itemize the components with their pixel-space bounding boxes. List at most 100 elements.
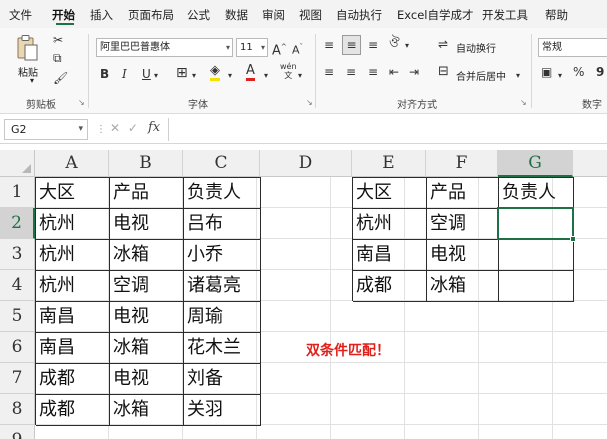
cell-b8[interactable]: 冰箱: [109, 394, 149, 425]
merge-center-button[interactable]: 合并后居中: [456, 68, 506, 83]
borders-icon[interactable]: ⊞: [176, 65, 188, 81]
cell-e1[interactable]: 大区: [352, 177, 392, 208]
increase-indent-icon[interactable]: ⇥: [409, 64, 419, 80]
chevron-down-icon[interactable]: ▾: [192, 68, 196, 84]
cell-area[interactable]: 大区 产品 负责人 杭州 电视 吕布 杭州 冰箱 小乔 杭州 空调 诸葛亮 南昌…: [35, 177, 607, 439]
confirm-icon[interactable]: ✓: [128, 121, 138, 135]
cell-c7[interactable]: 刘备: [183, 363, 223, 394]
cell-b4[interactable]: 空调: [109, 270, 149, 301]
format-painter-icon[interactable]: 🖌: [53, 70, 68, 86]
chevron-down-icon[interactable]: ▾: [405, 38, 409, 54]
row-header-9[interactable]: 9: [0, 425, 35, 439]
column-header-f[interactable]: F: [426, 150, 498, 177]
decrease-font-icon[interactable]: Aˇ: [292, 39, 303, 59]
cell-b6[interactable]: 冰箱: [109, 332, 149, 363]
chevron-down-icon[interactable]: ▾: [228, 68, 232, 84]
tab-automate[interactable]: 自动执行: [336, 7, 382, 23]
column-header-d[interactable]: D: [260, 150, 352, 177]
name-box[interactable]: G2 ▾: [4, 119, 88, 140]
row-header-4[interactable]: 4: [0, 270, 35, 301]
column-header-b[interactable]: B: [109, 150, 183, 177]
cell-a6[interactable]: 南昌: [35, 332, 75, 363]
cell-a1[interactable]: 大区: [35, 177, 75, 208]
cell-c8[interactable]: 关羽: [183, 394, 223, 425]
cell-a2[interactable]: 杭州: [35, 208, 75, 239]
cell-c6[interactable]: 花木兰: [183, 332, 241, 363]
cell-c2[interactable]: 吕布: [183, 208, 223, 239]
font-launcher-icon[interactable]: ↘: [306, 98, 313, 107]
cell-g4[interactable]: [498, 270, 502, 301]
chevron-down-icon[interactable]: ▾: [558, 68, 562, 84]
tab-data[interactable]: 数据: [225, 7, 248, 23]
tab-page-layout[interactable]: 页面布局: [128, 7, 174, 23]
increase-font-icon[interactable]: A^: [272, 39, 287, 59]
chevron-down-icon[interactable]: ▾: [516, 68, 520, 84]
insert-function-icon[interactable]: fx: [148, 120, 160, 135]
underline-icon[interactable]: U: [142, 66, 151, 82]
cell-b1[interactable]: 产品: [109, 177, 149, 208]
fill-handle[interactable]: [570, 236, 576, 242]
paste-button[interactable]: [14, 34, 40, 64]
row-header-5[interactable]: 5: [0, 301, 35, 332]
merge-center-icon[interactable]: ⊟: [438, 64, 449, 80]
decrease-indent-icon[interactable]: ⇤: [389, 64, 399, 80]
fill-color-icon[interactable]: ◈: [210, 64, 220, 81]
row-header-8[interactable]: 8: [0, 394, 35, 425]
tab-help[interactable]: 帮助: [545, 7, 568, 23]
column-header-g[interactable]: G: [498, 150, 573, 177]
active-cell-selection[interactable]: [497, 207, 574, 240]
column-header-h[interactable]: [573, 150, 607, 177]
bold-icon[interactable]: B: [100, 66, 109, 82]
chevron-down-icon[interactable]: ▾: [298, 68, 302, 84]
alignment-launcher-icon[interactable]: ↘: [520, 98, 527, 107]
percent-style-icon[interactable]: %: [573, 64, 584, 80]
formula-bar-grip[interactable]: ⋮: [96, 124, 106, 135]
number-format-select[interactable]: 常规: [538, 38, 607, 57]
row-header-3[interactable]: 3: [0, 239, 35, 270]
font-size-select[interactable]: 11 ▾: [236, 38, 268, 57]
copy-icon[interactable]: ⧉: [53, 50, 62, 66]
comma-style-icon[interactable]: 9: [596, 64, 604, 80]
cell-c3[interactable]: 小乔: [183, 239, 223, 270]
cell-c4[interactable]: 诸葛亮: [183, 270, 241, 301]
tab-formulas[interactable]: 公式: [187, 7, 210, 23]
paste-dropdown-icon[interactable]: ▾: [30, 76, 34, 85]
tab-developer[interactable]: 开发工具: [482, 7, 528, 23]
clipboard-launcher-icon[interactable]: ↘: [78, 98, 85, 107]
cancel-icon[interactable]: ✕: [110, 121, 120, 135]
cell-a8[interactable]: 成都: [35, 394, 75, 425]
tab-review[interactable]: 审阅: [262, 7, 285, 23]
cell-b5[interactable]: 电视: [109, 301, 149, 332]
align-top-icon[interactable]: ≡: [324, 37, 334, 53]
row-header-2[interactable]: 2: [0, 208, 35, 239]
tab-insert[interactable]: 插入: [90, 7, 113, 23]
cell-e3[interactable]: 南昌: [352, 239, 392, 270]
orientation-icon[interactable]: ঔ: [389, 36, 400, 52]
column-header-a[interactable]: A: [35, 150, 109, 177]
row-header-7[interactable]: 7: [0, 363, 35, 394]
wrap-text-button[interactable]: 自动换行: [456, 40, 496, 55]
cell-b2[interactable]: 电视: [109, 208, 149, 239]
cell-a4[interactable]: 杭州: [35, 270, 75, 301]
phonetic-guide-icon[interactable]: wén 文: [280, 62, 297, 80]
tab-file[interactable]: 文件: [9, 7, 32, 23]
column-header-e[interactable]: E: [352, 150, 426, 177]
row-header-1[interactable]: 1: [0, 177, 35, 208]
cell-f3[interactable]: 电视: [426, 239, 466, 270]
tab-excel-self-study[interactable]: Excel自学成才: [397, 7, 473, 23]
tab-view[interactable]: 视图: [299, 7, 322, 23]
cell-f1[interactable]: 产品: [426, 177, 466, 208]
select-all-button[interactable]: [0, 150, 35, 177]
tab-home[interactable]: 开始: [52, 7, 75, 23]
cell-f2[interactable]: 空调: [426, 208, 466, 239]
cell-f4[interactable]: 冰箱: [426, 270, 466, 301]
align-middle-icon[interactable]: ≡: [342, 35, 361, 55]
align-bottom-icon[interactable]: ≡: [368, 37, 378, 53]
cell-c5[interactable]: 周瑜: [183, 301, 223, 332]
align-center-icon[interactable]: ≡: [346, 64, 356, 80]
cell-g1[interactable]: 负责人: [498, 177, 556, 208]
chevron-down-icon[interactable]: ▾: [154, 68, 158, 84]
formula-input[interactable]: [168, 118, 607, 141]
accounting-format-icon[interactable]: ▣: [541, 64, 552, 80]
wrap-text-icon[interactable]: ⇌: [438, 36, 448, 52]
